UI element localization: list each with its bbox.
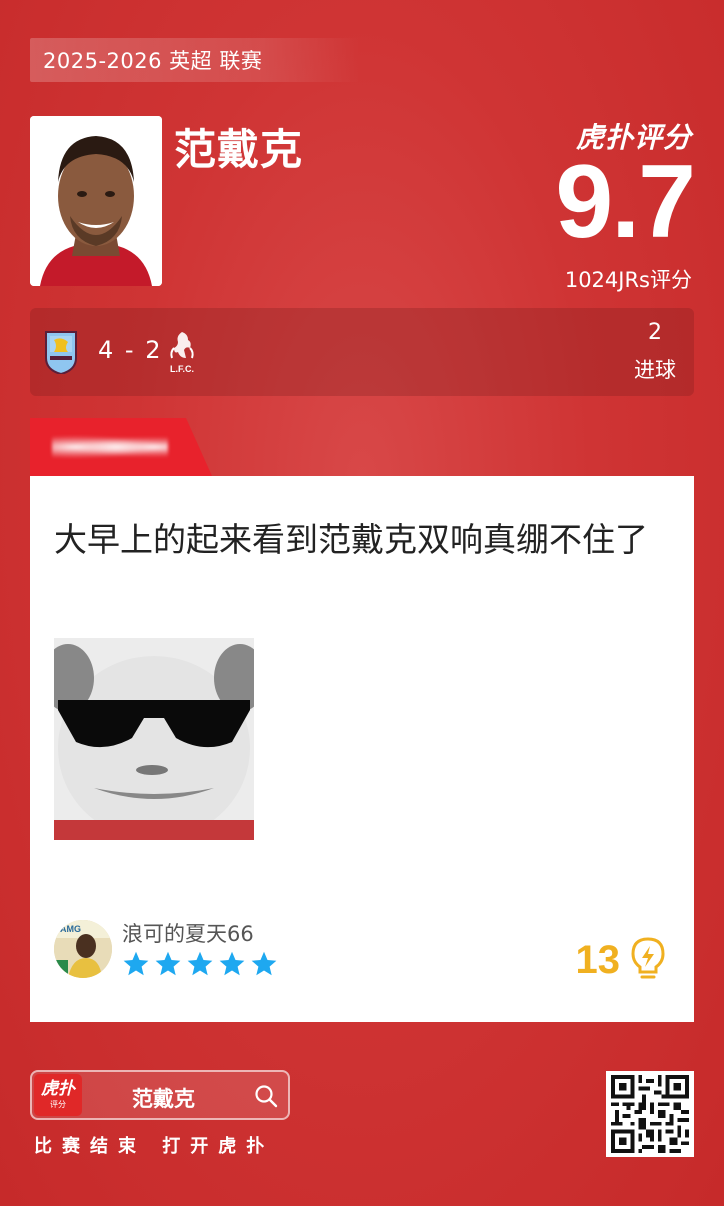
search-bar[interactable]: 虎扑 评分 范戴克 (30, 1070, 290, 1120)
comment-tag (30, 418, 212, 476)
star-rating (122, 950, 278, 978)
svg-text:L.F.C.: L.F.C. (170, 364, 194, 374)
player-name: 范戴克 (174, 125, 304, 174)
league-text: 2025-2026 英超 联赛 (43, 49, 263, 73)
goals-label: 进球 (634, 358, 676, 382)
goals-count: 2 (648, 320, 662, 345)
username[interactable]: 浪可的夏天66 (122, 918, 254, 948)
comment-card[interactable]: 大早上的起来看到范戴克双响真绷不住了 AMG 浪可的夏天66 13 (30, 476, 694, 1022)
star-icon (219, 951, 245, 976)
match-score: 4 - 2 (98, 336, 163, 364)
meme-image[interactable] (54, 638, 254, 840)
team-crest-icon (45, 331, 77, 374)
player-score: 9.7 (555, 144, 696, 260)
svg-text:AMG: AMG (60, 924, 81, 934)
star-icon (187, 951, 213, 976)
team-crest-icon: L.F.C. (170, 332, 194, 374)
star-icon (251, 951, 277, 976)
search-icon[interactable] (254, 1084, 278, 1108)
app-logo: 虎扑 评分 (34, 1074, 82, 1116)
footer-caption: 比赛结束 打开虎扑 (34, 1136, 275, 1157)
player-avatar (30, 116, 162, 286)
match-summary[interactable]: 4 - 2 L.F.C. 2 进球 (30, 308, 694, 396)
tag-blurred-text (52, 432, 168, 462)
search-query: 范戴克 (132, 1087, 195, 1111)
star-icon (123, 951, 149, 976)
star-icon (155, 951, 181, 976)
lightbulb-icon[interactable] (628, 936, 668, 982)
qr-code (606, 1071, 694, 1157)
rating-count: 1024JRs评分 (564, 268, 692, 292)
app-logo-text: 虎扑 (41, 1079, 75, 1099)
comment-text: 大早上的起来看到范戴克双响真绷不住了 (54, 520, 648, 559)
user-avatar[interactable]: AMG (54, 920, 112, 978)
like-count: 13 (575, 938, 621, 982)
app-logo-subtext: 评分 (50, 1100, 66, 1109)
league-label: 2025-2026 英超 联赛 (30, 38, 360, 82)
